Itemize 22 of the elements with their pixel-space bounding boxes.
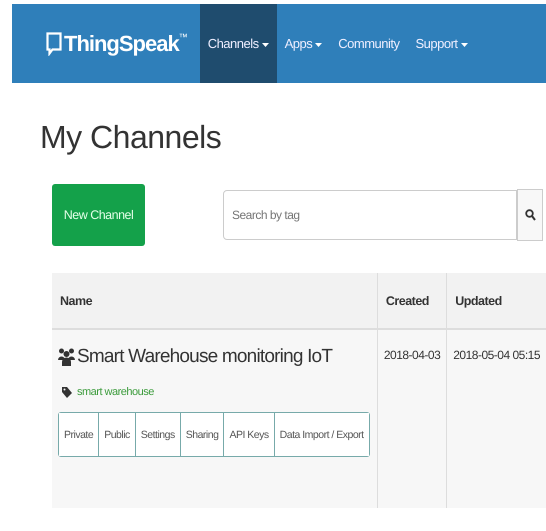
caret-icon bbox=[262, 42, 269, 46]
channel-name-link[interactable]: Smart Warehouse monitoring IoT bbox=[77, 346, 332, 368]
action-button[interactable]: Data Import / Export bbox=[274, 413, 369, 456]
search-icon bbox=[524, 209, 536, 221]
search-button[interactable] bbox=[517, 189, 543, 241]
table-cell: 2018-04-03 bbox=[377, 329, 447, 508]
search-field[interactable]: Search by tag bbox=[223, 190, 517, 240]
column-header: Name bbox=[52, 273, 378, 329]
speech-bubble-icon bbox=[46, 32, 62, 56]
nav-item[interactable]: Community bbox=[330, 4, 408, 83]
nav-item[interactable]: Support bbox=[408, 4, 476, 83]
nav-item[interactable]: Apps bbox=[276, 4, 330, 83]
caret-icon bbox=[315, 42, 322, 46]
caret-icon bbox=[460, 42, 468, 46]
table-cell: 2018-05-04 05:15 bbox=[446, 329, 546, 508]
brand-logo[interactable]: ThingSpeak$^{™}$ bbox=[46, 4, 188, 83]
page-title: My Channels bbox=[40, 119, 222, 156]
column-header: Created bbox=[377, 273, 447, 329]
column-header: Updated bbox=[446, 273, 546, 329]
nav-item[interactable]: Channels bbox=[200, 4, 277, 83]
people-icon bbox=[58, 348, 75, 366]
tag-icon bbox=[62, 386, 72, 398]
